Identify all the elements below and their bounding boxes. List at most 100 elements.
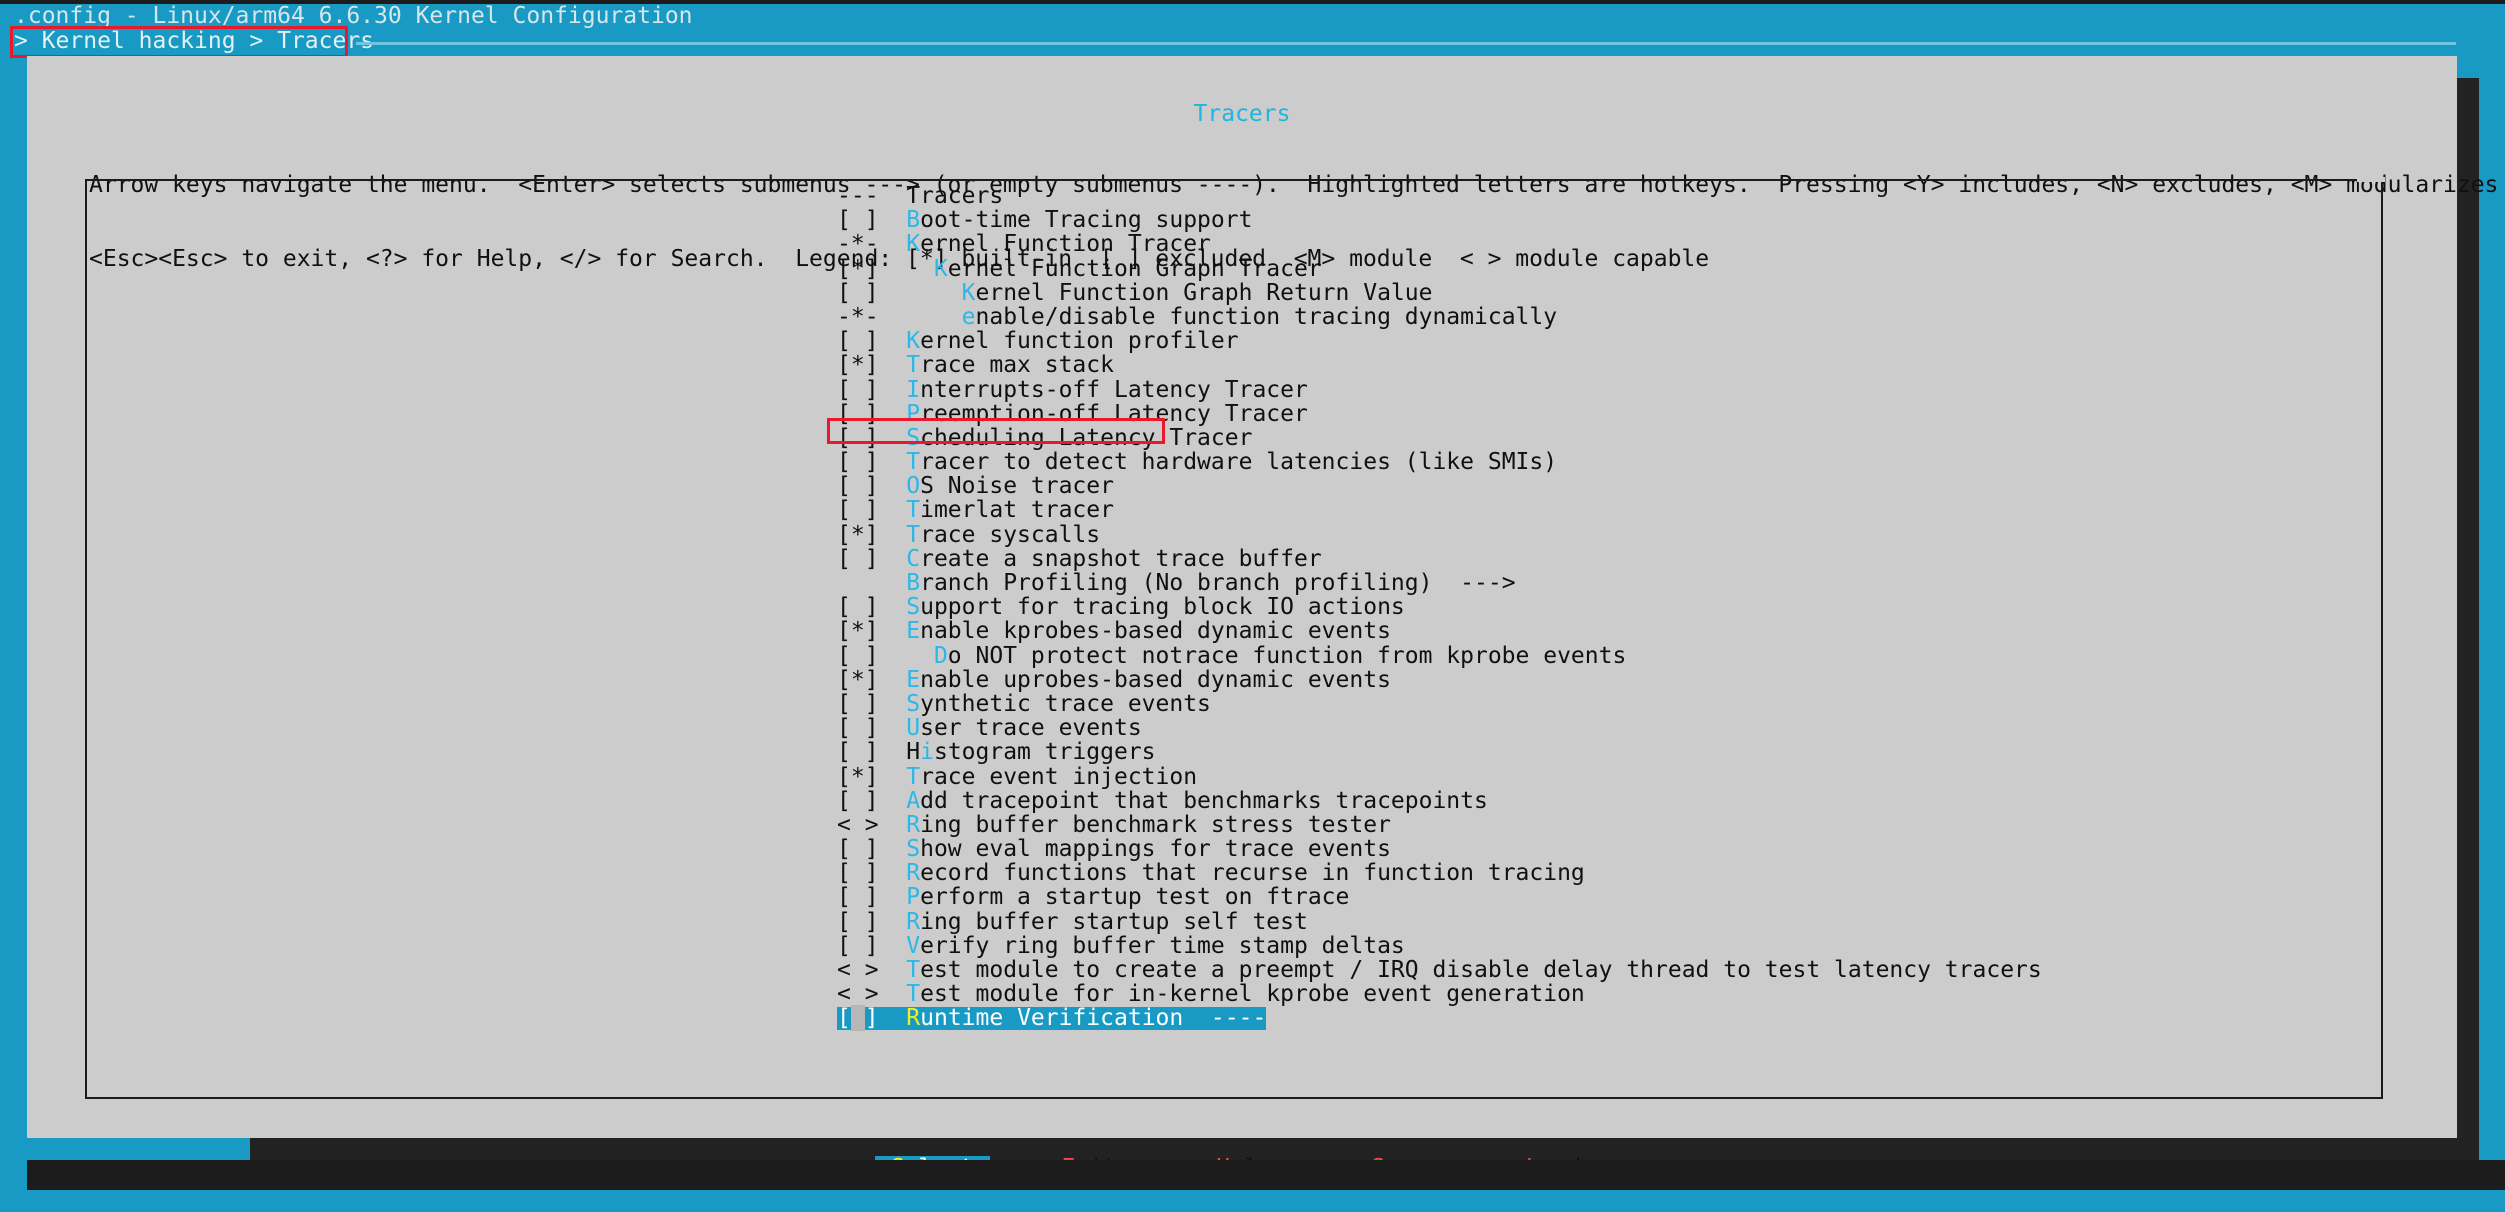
- menu-item[interactable]: [ ] Show eval mappings for trace events: [27, 837, 2457, 861]
- menu-item-checkbox[interactable]: [ ]: [837, 933, 879, 959]
- menu-item[interactable]: [ ] OS Noise tracer: [27, 474, 2457, 498]
- menu-item[interactable]: [*] Kernel Function Graph Tracer: [27, 256, 2457, 282]
- menu-item-checkbox[interactable]: [ ]: [837, 1005, 879, 1032]
- menu-item-checkbox[interactable]: [ ]: [837, 497, 879, 523]
- menu-item-checkbox[interactable]: < >: [837, 957, 879, 983]
- menu-item[interactable]: [ ] Add tracepoint that benchmarks trace…: [27, 789, 2457, 813]
- menu-item[interactable]: < > Ring buffer benchmark stress tester: [27, 813, 2457, 837]
- menu-item-checkbox[interactable]: [ ]: [837, 594, 879, 620]
- menu-item-checkbox[interactable]: [ ]: [837, 546, 879, 572]
- menu-section-header-label: Tracers: [906, 183, 1004, 209]
- menu-item-hotkey: T: [906, 352, 921, 379]
- menu-item-checkbox[interactable]: [ ]: [837, 401, 879, 427]
- menu-item[interactable]: [ ] Do NOT protect notrace function from…: [27, 642, 2457, 669]
- menu-item[interactable]: [ ] User trace events: [27, 716, 2457, 740]
- menu-item[interactable]: Branch Profiling (No branch profiling) -…: [27, 571, 2457, 595]
- menu-item-label: ernel function profiler: [920, 328, 1239, 355]
- menu-item[interactable]: [ ] Tracer to detect hardware latencies …: [27, 450, 2457, 474]
- menu-item-checkbox[interactable]: [ ]: [837, 836, 879, 862]
- menu-item-checkbox[interactable]: [ ]: [837, 473, 879, 499]
- menu-list[interactable]: --- Tracers[ ] Boot-time Tracing support…: [27, 184, 2457, 1032]
- menu-item-hotkey: O: [906, 473, 921, 500]
- menu-item-checkbox[interactable]: [*]: [837, 764, 879, 790]
- menu-item[interactable]: [ ] Support for tracing block IO actions: [27, 595, 2457, 619]
- menu-item-text: [ ] Interrupts-off Latency Tracer: [837, 377, 1308, 403]
- menu-item-checkbox[interactable]: [*]: [837, 667, 879, 693]
- checkbox-close-bracket: ]: [864, 1005, 879, 1032]
- menu-item-checkbox[interactable]: < >: [837, 812, 879, 838]
- menu-item-checkbox[interactable]: -*-: [837, 304, 879, 330]
- menu-item-hotkey: C: [906, 545, 921, 572]
- menu-item[interactable]: [ ] Create a snapshot trace buffer: [27, 547, 2457, 571]
- menu-item-label: ecord functions that recurse in function…: [920, 860, 1585, 887]
- menu-item[interactable]: < > Test module to create a preempt / IR…: [27, 958, 2457, 982]
- menu-item[interactable]: [*] Enable uprobes-based dynamic events: [27, 668, 2457, 692]
- window-title: .config - Linux/arm64 6.6.30 Kernel Conf…: [14, 3, 693, 29]
- terminal-window: .config - Linux/arm64 6.6.30 Kernel Conf…: [0, 0, 2505, 1212]
- menu-item[interactable]: [ ] Scheduling Latency Tracer: [27, 426, 2457, 450]
- menu-item-checkbox[interactable]: [ ]: [837, 207, 879, 233]
- menu-item-checkbox[interactable]: [ ]: [837, 860, 879, 886]
- menu-item[interactable]: [*] Enable kprobes-based dynamic events: [27, 619, 2457, 643]
- menu-item[interactable]: [*] Trace event injection: [27, 763, 2457, 790]
- menu-item[interactable]: [ ] Perform a startup test on ftrace: [27, 885, 2457, 909]
- menu-item-checkbox[interactable]: [ ]: [837, 909, 879, 935]
- menu-item-hotkey: T: [906, 957, 921, 983]
- menu-item-text: [*] Trace max stack: [837, 352, 1114, 378]
- menu-item-checkbox[interactable]: [ ]: [837, 425, 879, 451]
- menu-item[interactable]: [ ] Ring buffer startup self test: [27, 910, 2457, 934]
- menu-item-indent: [879, 884, 907, 910]
- menu-item-checkbox[interactable]: [ ]: [837, 788, 879, 814]
- menu-item[interactable]: --- Tracers: [27, 184, 2457, 208]
- menu-item-indent: [879, 594, 907, 620]
- menu-item-label: race event injection: [920, 763, 1198, 790]
- menu-item-checkbox[interactable]: [ ]: [837, 884, 879, 910]
- menu-item[interactable]: [ ] Preemption-off Latency Tracer: [27, 402, 2457, 426]
- cursor-block: [850, 1005, 865, 1032]
- menu-item-checkbox[interactable]: [*]: [837, 352, 879, 378]
- menu-item[interactable]: [*] Trace max stack: [27, 353, 2457, 377]
- menu-item-checkbox[interactable]: [ ]: [837, 739, 879, 765]
- menu-item[interactable]: -*- enable/disable function tracing dyna…: [27, 305, 2457, 329]
- menu-item-checkbox[interactable]: -*-: [837, 231, 879, 257]
- menu-item-checkbox[interactable]: [*]: [837, 522, 879, 548]
- menu-item-checkbox[interactable]: < >: [837, 981, 879, 1007]
- menu-item-label: ing buffer benchmark stress tester: [920, 811, 1391, 838]
- menu-item[interactable]: < > Test module for in-kernel kprobe eve…: [27, 982, 2457, 1006]
- menu-item-checkbox[interactable]: [ ]: [837, 328, 879, 354]
- menu-item-hotkey: S: [906, 424, 921, 451]
- menu-item[interactable]: [ ] Histogram triggers: [27, 740, 2457, 764]
- checkbox-open-bracket: [: [837, 1005, 851, 1032]
- menu-item-hotkey: D: [933, 642, 948, 669]
- menu-item-text: Branch Profiling (No branch profiling) -…: [837, 570, 1515, 596]
- menu-item-selected[interactable]: [ ] Runtime Verification ----: [27, 1005, 2457, 1032]
- menu-item-checkbox[interactable]: [*]: [837, 256, 879, 282]
- menu-item-text: [ ] Scheduling Latency Tracer: [837, 425, 1252, 451]
- menu-item-checkbox[interactable]: [ ]: [837, 691, 879, 717]
- menu-item-checkbox[interactable]: [ ]: [837, 280, 879, 306]
- menu-item[interactable]: [*] Trace syscalls: [27, 523, 2457, 547]
- menu-item-label: race syscalls: [920, 521, 1101, 548]
- menu-item-label: nable kprobes-based dynamic events: [920, 618, 1391, 645]
- menu-item[interactable]: [ ] Kernel Function Graph Return Value: [27, 281, 2457, 305]
- menu-item[interactable]: [ ] Interrupts-off Latency Tracer: [27, 377, 2457, 403]
- menu-item-label: ing buffer startup self test: [920, 908, 1308, 935]
- menu-item[interactable]: [ ] Verify ring buffer time stamp deltas: [27, 934, 2457, 958]
- menu-item-checkbox[interactable]: [837, 570, 879, 596]
- menu-item-text: [ ] Create a snapshot trace buffer: [837, 546, 1322, 572]
- menu-item-checkbox[interactable]: ---: [837, 183, 879, 209]
- menu-item-checkbox[interactable]: [ ]: [837, 643, 879, 669]
- menu-item[interactable]: [ ] Boot-time Tracing support: [27, 208, 2457, 232]
- menu-item-hotkey: A: [906, 787, 921, 814]
- menu-item[interactable]: -*- Kernel Function Tracer: [27, 232, 2457, 256]
- menu-item[interactable]: [ ] Record functions that recurse in fun…: [27, 861, 2457, 885]
- menu-item[interactable]: [ ] Timerlat tracer: [27, 498, 2457, 522]
- menu-item-checkbox[interactable]: [ ]: [837, 449, 879, 475]
- terminal-bottom-shadow: [0, 1160, 2505, 1190]
- menu-item-checkbox[interactable]: [*]: [837, 618, 879, 644]
- menu-item-checkbox[interactable]: [ ]: [837, 715, 879, 741]
- menu-item-checkbox[interactable]: [ ]: [837, 377, 879, 403]
- menu-item-hotkey: i: [920, 739, 934, 766]
- menu-item[interactable]: [ ] Kernel function profiler: [27, 329, 2457, 353]
- menu-item[interactable]: [ ] Synthetic trace events: [27, 692, 2457, 716]
